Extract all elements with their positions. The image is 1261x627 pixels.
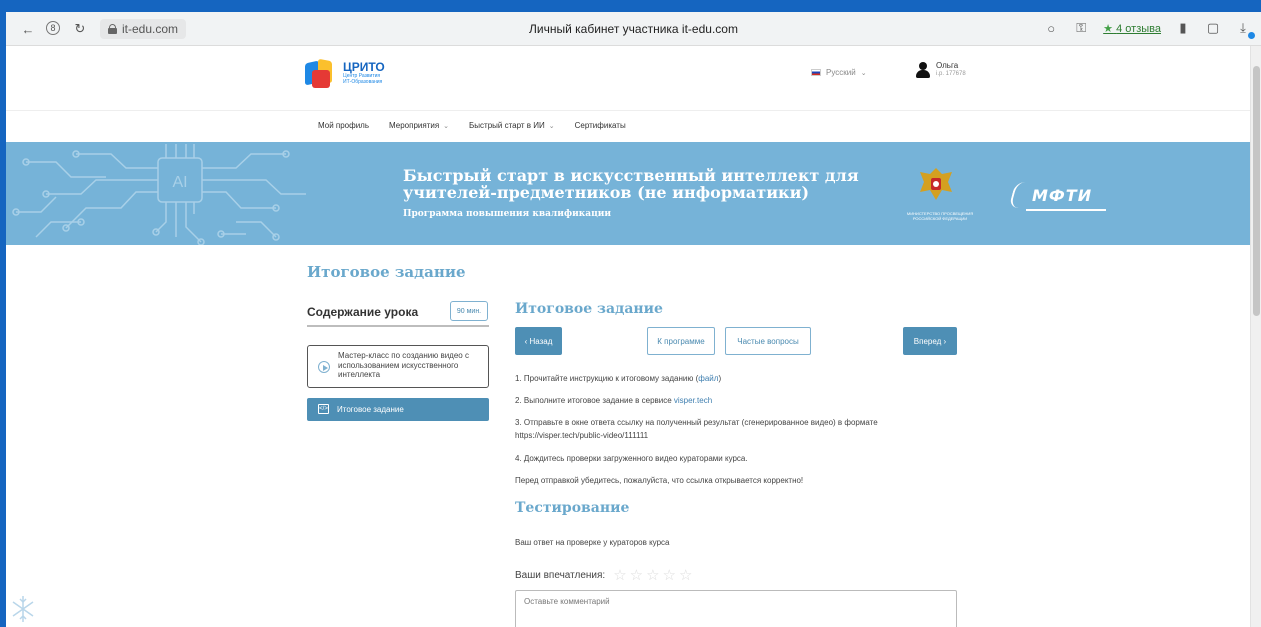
chat-icon[interactable]: ○	[1043, 20, 1059, 36]
circuit-pattern-icon: AI	[12, 144, 306, 245]
language-select[interactable]: Русский ⌄	[811, 68, 867, 77]
bookmark-icon[interactable]: ▮	[1175, 20, 1191, 36]
step-text: 1. Прочитайте инструкцию к итоговому зад…	[515, 374, 699, 383]
next-button[interactable]: Вперед ›	[903, 327, 957, 355]
instruction-file-link[interactable]: файл	[698, 374, 718, 383]
review-status: Ваш ответ на проверке у кураторов курса	[515, 538, 670, 547]
user-menu[interactable]: Ольга i.p. 177678	[916, 61, 966, 78]
nav-label: Быстрый старт в ИИ	[469, 121, 545, 130]
site-header: ЦРИТО Центр Развития ИТ-Образования Русс…	[6, 46, 1250, 110]
state-emblem-icon	[920, 168, 952, 200]
nav-item-certificates[interactable]: Сертификаты	[575, 121, 626, 130]
logo[interactable]: ЦРИТО Центр Развития ИТ-Образования	[305, 56, 385, 90]
lesson-item-masterclass[interactable]: Мастер-класс по созданию видео с использ…	[307, 345, 489, 388]
course-banner: AI Быстрый старт в искусственный интелле…	[6, 142, 1250, 245]
visper-link[interactable]: visper.tech	[674, 396, 712, 405]
testing-title: Тестирование	[515, 500, 630, 516]
play-icon	[318, 361, 330, 373]
browser-toolbar: ← 8 ↻ it-edu.com Личный кабинет участник…	[6, 12, 1261, 46]
page-scrollbar[interactable]	[1250, 46, 1261, 627]
toc-title: Содержание урока	[307, 305, 419, 319]
toc-divider	[307, 325, 489, 327]
back-button[interactable]: ‹ Назад	[515, 327, 562, 355]
avatar-icon	[916, 62, 930, 78]
password-key-icon[interactable]: ⚿	[1073, 20, 1089, 36]
code-icon: </>	[318, 404, 329, 414]
nav-item-events[interactable]: Мероприятия ⌄	[389, 121, 449, 130]
star-icon: ★	[1103, 22, 1114, 35]
instruction-step-3: 3. Отправьте в окне ответа ссылку на пол…	[515, 418, 878, 440]
lesson-item-label: Итоговое задание	[337, 405, 404, 414]
faq-button[interactable]: Частые вопросы	[725, 327, 811, 355]
mfti-underline	[1026, 209, 1106, 211]
mfti-logo: МФТИ	[1032, 186, 1093, 205]
back-arrow-icon[interactable]: ←	[20, 21, 36, 37]
impressions-rating: Ваши впечатления: ☆ ☆ ☆ ☆ ☆	[515, 568, 692, 583]
task-title: Итоговое задание	[515, 301, 663, 317]
star-icon[interactable]: ☆	[630, 568, 643, 583]
star-icon[interactable]: ☆	[613, 568, 626, 583]
star-rating: ☆ ☆ ☆ ☆ ☆	[613, 568, 692, 583]
step-text-end: )	[718, 374, 722, 383]
to-program-button[interactable]: К программе	[647, 327, 715, 355]
address-bar[interactable]: it-edu.com	[100, 19, 187, 39]
nav-item-profile[interactable]: Мой профиль	[318, 121, 369, 130]
nav-item-ai-quickstart[interactable]: Быстрый старт в ИИ ⌄	[469, 121, 555, 130]
language-label: Русский	[826, 68, 856, 77]
instruction-note: Перед отправкой убедитесь, пожалуйста, ч…	[515, 476, 804, 485]
chevron-down-icon: ⌄	[860, 69, 867, 77]
main-nav: Мой профиль Мероприятия ⌄ Быстрый старт в…	[6, 110, 1250, 142]
logo-mark-icon	[305, 56, 339, 90]
nav-label: Мой профиль	[318, 121, 370, 130]
banner-subtitle: Программа повышения квалификации	[403, 209, 612, 219]
instruction-step-4: 4. Дождитесь проверки загруженного видео…	[515, 454, 748, 463]
lock-icon	[108, 24, 117, 34]
url-text: it-edu.com	[122, 22, 179, 36]
download-icon[interactable]: ⤓	[1235, 20, 1255, 39]
logo-sub-2: ИТ-Образования	[343, 79, 383, 85]
browser-window: ← 8 ↻ it-edu.com Личный кабинет участник…	[6, 12, 1261, 627]
reviews-label: 4 отзыва	[1116, 22, 1161, 35]
chevron-down-icon: ⌄	[548, 122, 555, 130]
star-icon[interactable]: ☆	[679, 568, 692, 583]
lesson-item-label: Мастер-класс по созданию видео с использ…	[338, 351, 469, 380]
site-rank-icon[interactable]: 8	[46, 21, 60, 35]
user-name: Ольга	[936, 61, 959, 71]
user-id: i.p. 177678	[936, 71, 966, 78]
scroll-thumb[interactable]	[1253, 66, 1260, 316]
page-title: Итоговое задание	[307, 263, 466, 281]
nav-label: Сертификаты	[574, 121, 626, 130]
step-text: 2. Выполните итоговое задание в сервисе	[515, 396, 674, 405]
instruction-step-1: 1. Прочитайте инструкцию к итоговому зад…	[515, 373, 955, 386]
nav-label: Мероприятия	[389, 121, 440, 130]
instruction-step-2: 2. Выполните итоговое задание в сервисе …	[515, 395, 955, 408]
flag-ru-icon	[811, 69, 821, 76]
emblem-caption: Министерство просвещения Российской Феде…	[906, 211, 974, 221]
reload-icon[interactable]: ↻	[72, 21, 88, 37]
star-icon[interactable]: ☆	[663, 568, 676, 583]
extensions-icon[interactable]: ▢	[1205, 20, 1221, 36]
impressions-label: Ваши впечатления:	[515, 570, 606, 581]
star-icon[interactable]: ☆	[646, 568, 659, 583]
chevron-down-icon: ⌄	[443, 122, 450, 130]
ai-label: AI	[172, 174, 187, 191]
banner-title: Быстрый старт в искусственный интеллект …	[403, 166, 859, 202]
snowflake-icon	[12, 596, 34, 622]
lesson-item-final-task[interactable]: </> Итоговое задание	[307, 398, 489, 421]
reviews-link[interactable]: ★ 4 отзыва	[1103, 22, 1161, 35]
logo-name: ЦРИТО	[343, 60, 385, 74]
browser-actions: ○ ⚿ ★ 4 отзыва ▮ ▢ ⤓	[1043, 20, 1255, 39]
duration-badge: 90 мин.	[450, 301, 488, 321]
comment-input[interactable]	[515, 590, 957, 627]
